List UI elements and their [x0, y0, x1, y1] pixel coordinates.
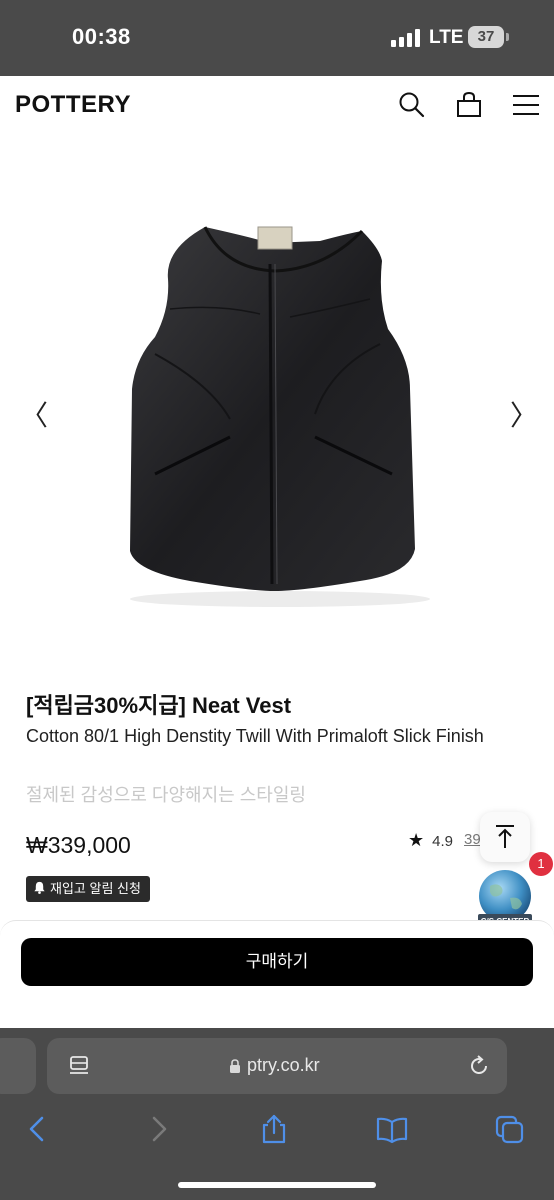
reload-icon[interactable]	[467, 1054, 491, 1078]
gallery-prev-arrow[interactable]: 〈	[20, 394, 48, 434]
status-time: 00:38	[72, 24, 131, 49]
notification-badge: 1	[529, 852, 553, 876]
network-type: LTE	[429, 27, 464, 48]
product-title: [적립금30%지급] Neat Vest	[26, 693, 292, 718]
site-logo[interactable]: POTTERY	[15, 91, 131, 119]
home-indicator	[178, 1182, 376, 1188]
product-tagline: 절제된 감성으로 다양해지는 스타일링	[26, 785, 306, 805]
cart-icon[interactable]	[454, 90, 484, 120]
battery-icon: 37	[468, 26, 509, 48]
rating-value: 4.9	[432, 833, 453, 850]
product-image	[130, 226, 430, 607]
forward-icon[interactable]	[142, 1114, 174, 1144]
restock-alert-button[interactable]: 재입고 알림 신청	[26, 876, 150, 902]
back-icon[interactable]	[22, 1114, 54, 1144]
review-count-link[interactable]: 39	[464, 831, 481, 848]
tabs-icon[interactable]	[494, 1114, 526, 1144]
restock-label: 재입고 알림 신청	[50, 881, 141, 896]
menu-icon[interactable]	[511, 90, 541, 120]
product-gallery: 〈 〉	[0, 134, 554, 680]
lock-icon	[230, 1059, 240, 1073]
scroll-top-button[interactable]	[480, 812, 530, 862]
arrow-up-icon	[496, 825, 514, 848]
bookmarks-icon[interactable]	[376, 1114, 408, 1144]
purchase-panel: 구매하기	[0, 920, 554, 1028]
product-description: Cotton 80/1 High Denstity Twill With Pri…	[26, 726, 484, 746]
previous-tab-preview[interactable]	[0, 1038, 36, 1094]
bell-icon	[34, 881, 45, 894]
signal-icon	[391, 29, 421, 47]
browser-toolbar: ptry.co.kr	[0, 1028, 554, 1200]
star-icon: ★	[408, 830, 425, 850]
reader-icon[interactable]	[67, 1054, 91, 1078]
product-price: ₩339,000	[26, 832, 131, 858]
status-bar: 00:38 LTE 37	[0, 0, 554, 76]
product-rating: ★ 4.9	[408, 830, 453, 851]
buy-button[interactable]: 구매하기	[21, 938, 533, 986]
site-header: POTTERY	[0, 76, 554, 134]
gallery-next-arrow[interactable]: 〉	[510, 394, 538, 434]
address-bar[interactable]: ptry.co.kr	[47, 1038, 507, 1094]
search-icon[interactable]	[397, 90, 427, 120]
url-text: ptry.co.kr	[247, 1055, 320, 1075]
share-icon[interactable]	[258, 1114, 290, 1144]
